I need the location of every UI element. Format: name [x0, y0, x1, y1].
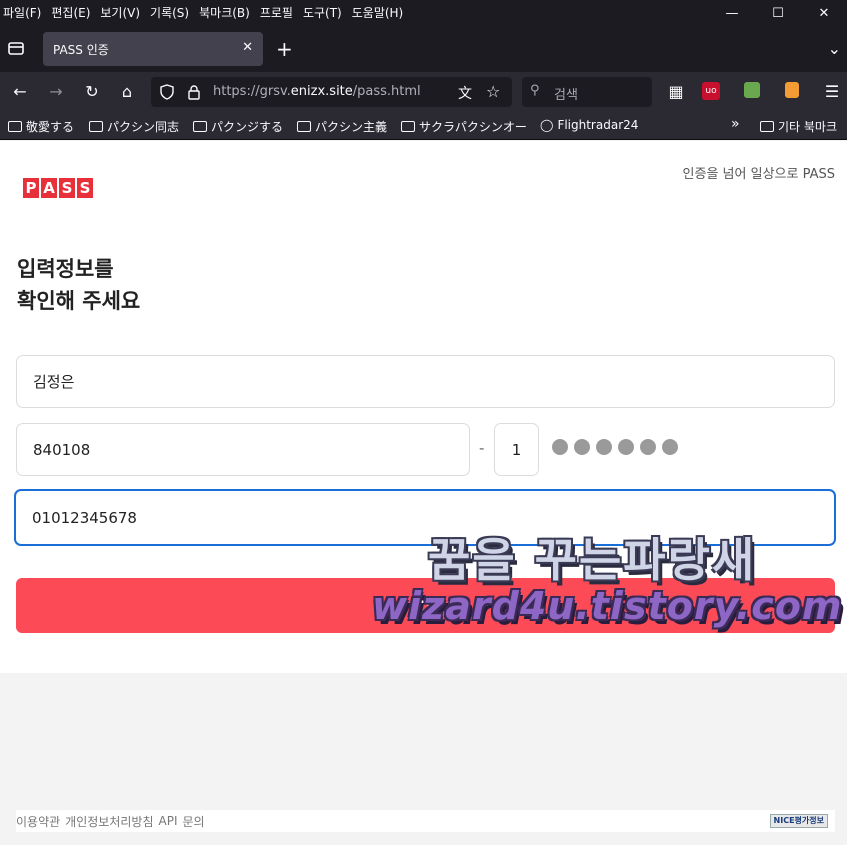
- ublock-icon[interactable]: uo: [702, 82, 720, 100]
- page-title: 입력정보를 확인해 주세요: [17, 257, 141, 313]
- footer-link-terms[interactable]: 이용약관: [16, 813, 60, 830]
- hamburger-menu-icon[interactable]: ☰: [822, 82, 842, 102]
- mask-dot: [596, 439, 612, 455]
- bookmark-other[interactable]: 기타 북마크: [760, 118, 837, 135]
- menu-history[interactable]: 기록(S): [150, 4, 189, 21]
- url-text: https://grsv.enizx.site/pass.html: [213, 84, 421, 99]
- extension-green-icon[interactable]: [744, 82, 760, 98]
- menu-bar: 파일(F) 편집(E) 보기(V) 기록(S) 북마크(B) 프로필 도구(T)…: [0, 0, 847, 24]
- mask-dot: [618, 439, 634, 455]
- nice-logo: NICE평가정보: [769, 814, 828, 828]
- star-icon[interactable]: ☆: [486, 82, 500, 101]
- search-icon: ⚲: [530, 83, 540, 98]
- tab-pass[interactable]: PASS 인증 ✕: [43, 32, 263, 66]
- folder-icon: [401, 121, 415, 132]
- new-tab-icon[interactable]: +: [276, 37, 293, 61]
- extensions-icon[interactable]: ▦: [666, 82, 686, 102]
- back-icon[interactable]: ←: [10, 82, 30, 102]
- masked-digits: [552, 439, 678, 455]
- translate-icon[interactable]: 文: [458, 83, 472, 103]
- birthdate-field[interactable]: 840108: [16, 423, 470, 476]
- menu-items: 파일(F) 편집(E) 보기(V) 기록(S) 북마크(B) 프로필 도구(T)…: [0, 4, 403, 21]
- menu-view[interactable]: 보기(V): [100, 4, 140, 21]
- home-icon[interactable]: ⌂: [117, 82, 137, 102]
- bookmark-flightradar[interactable]: ◯ Flightradar24: [540, 118, 638, 132]
- folder-icon: [193, 121, 207, 132]
- menu-profile[interactable]: 프로필: [260, 4, 293, 21]
- menu-bookmarks[interactable]: 북마크(B): [199, 4, 250, 21]
- folder-icon: [760, 121, 774, 132]
- mask-dot: [640, 439, 656, 455]
- nav-bar: ← → ↻ ⌂ https://grsv.enizx.site/pass.htm…: [0, 72, 847, 112]
- tab-list-icon[interactable]: [6, 38, 26, 58]
- bookmark-2[interactable]: パクシン同志: [89, 118, 179, 135]
- name-field[interactable]: 김정은: [16, 355, 835, 408]
- menu-help[interactable]: 도움말(H): [352, 4, 404, 21]
- folder-icon: [297, 121, 311, 132]
- separator-dash: -: [479, 439, 485, 457]
- bookmark-3[interactable]: パクンジする: [193, 118, 283, 135]
- watermark-url: wizard4u.tistory.com: [372, 584, 843, 628]
- window-controls: — ☐ ✕: [709, 0, 847, 24]
- tagline: 인증을 넘어 일상으로 PASS: [682, 167, 835, 182]
- tab-title: PASS 인증: [53, 42, 109, 57]
- url-bar[interactable]: https://grsv.enizx.site/pass.html 文 ☆: [151, 77, 512, 107]
- mask-dot: [662, 439, 678, 455]
- maximize-icon[interactable]: ☐: [755, 0, 801, 24]
- footer-link-api[interactable]: API: [159, 814, 178, 828]
- mask-dot: [574, 439, 590, 455]
- chevron-down-icon[interactable]: ⌄: [828, 39, 841, 58]
- reload-icon[interactable]: ↻: [82, 82, 102, 102]
- page-content: P A S S 인증을 넘어 일상으로 PASS 입력정보를 확인해 주세요 김…: [0, 141, 847, 673]
- menu-file[interactable]: 파일(F): [3, 4, 41, 21]
- close-window-icon[interactable]: ✕: [801, 0, 847, 24]
- watermark-title: 꿈을 꾸는파랑새: [428, 533, 757, 587]
- bookmarks-overflow-icon[interactable]: »: [731, 116, 740, 132]
- folder-icon: [89, 121, 103, 132]
- globe-icon: ◯: [540, 118, 554, 132]
- menu-edit[interactable]: 편집(E): [51, 4, 90, 21]
- gender-digit-field[interactable]: 1: [494, 423, 539, 476]
- bookmark-4[interactable]: パクシン主義: [297, 118, 387, 135]
- menu-tools[interactable]: 도구(T): [303, 4, 342, 21]
- tab-close-icon[interactable]: ✕: [242, 40, 253, 55]
- mask-dot: [552, 439, 568, 455]
- pass-logo: P A S S: [23, 178, 93, 198]
- bookmark-1[interactable]: 敬愛する: [8, 118, 74, 135]
- tab-bar: PASS 인증 ✕ + ⌄: [0, 24, 847, 72]
- bookmark-5[interactable]: サクラパクシンオー: [401, 118, 527, 135]
- search-input[interactable]: ⚲ 검색: [522, 77, 652, 107]
- footer-link-contact[interactable]: 문의: [182, 813, 204, 830]
- bookmarks-bar: 敬愛する パクシン同志 パクンジする パクシン主義 サクラパクシンオー ◯ Fli…: [0, 112, 847, 140]
- shield-icon[interactable]: [159, 84, 175, 100]
- footer-link-privacy[interactable]: 개인정보처리방침: [65, 813, 153, 830]
- minimize-icon[interactable]: —: [709, 0, 755, 24]
- forward-icon[interactable]: →: [46, 82, 66, 102]
- lock-icon[interactable]: [187, 84, 201, 100]
- extension-orange-icon[interactable]: [785, 82, 799, 98]
- footer: 이용약관 개인정보처리방침 API 문의 NICE평가정보: [16, 810, 835, 832]
- folder-icon: [8, 121, 22, 132]
